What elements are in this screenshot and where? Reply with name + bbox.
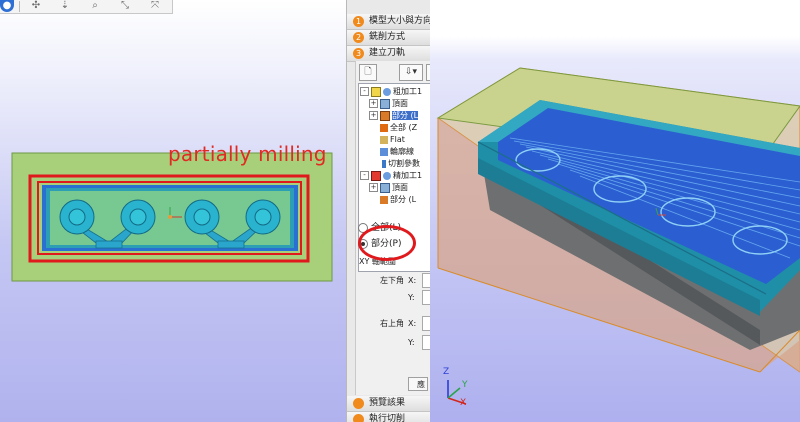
- partially-milling-annotation: partially milling: [168, 142, 327, 166]
- add-operation-icon[interactable]: ⇩▾: [399, 64, 423, 81]
- axis-x-label: X: [460, 398, 467, 408]
- top-face-icon: [380, 182, 390, 193]
- 3d-model-view: [436, 67, 800, 405]
- step-icon: [353, 414, 364, 422]
- partial-region-icon: [380, 110, 390, 121]
- step-model-size[interactable]: 1 模型大小與方向: [347, 14, 431, 30]
- expand-icon[interactable]: +: [369, 99, 378, 108]
- step-label: 建立刀軌: [369, 48, 406, 58]
- axis-z-label: Z: [443, 367, 450, 377]
- cut-params-icon: [382, 159, 386, 168]
- expand-icon[interactable]: +: [369, 183, 378, 192]
- tree-item-selected[interactable]: + 部分 (L: [369, 110, 419, 121]
- left-viewport[interactable]: ● ✣ ⇣ ⌕ ⤡ ⤧ partially milling: [0, 0, 346, 422]
- step-create-toolpath[interactable]: 3 建立刀軌: [347, 46, 431, 62]
- collapse-icon[interactable]: -: [360, 87, 369, 96]
- full-region-icon: [380, 123, 388, 132]
- tree-item[interactable]: - 粗加工1: [360, 86, 422, 97]
- y-label: Y:: [408, 338, 415, 347]
- rough-icon: [383, 87, 391, 96]
- contour-icon: [380, 147, 388, 156]
- tree-item[interactable]: + 頂面: [369, 182, 408, 193]
- step-milling-method[interactable]: 2 銑削方式: [347, 30, 431, 46]
- upper-right-label: 右上角: [380, 319, 404, 328]
- collapse-icon[interactable]: -: [360, 171, 369, 180]
- step-label: 執行切削: [369, 414, 406, 422]
- step-label: 銑削方式: [369, 32, 406, 42]
- top-view-model: [11, 152, 333, 282]
- partial-option-highlight: [358, 225, 416, 261]
- expand-icon[interactable]: +: [369, 111, 378, 120]
- tree-item[interactable]: 輪廓線: [380, 146, 414, 157]
- x-label: X:: [408, 276, 417, 285]
- step-icon: [353, 398, 364, 409]
- tree-item[interactable]: 全部 (Z: [380, 122, 417, 133]
- apply-button[interactable]: 應: [408, 377, 428, 391]
- tree-item[interactable]: Flat: [380, 134, 405, 145]
- tree-item[interactable]: + 頂面: [369, 98, 408, 109]
- new-page-icon[interactable]: 🗋: [359, 64, 377, 81]
- right-3d-viewport[interactable]: Z Y X: [430, 0, 800, 422]
- y-label: Y:: [408, 293, 415, 302]
- x-label: X:: [408, 319, 417, 328]
- step-run-cut[interactable]: 執行切削: [347, 412, 431, 422]
- step-badge: 1: [353, 16, 364, 27]
- step-label: 預覽該果: [369, 398, 406, 408]
- finish-icon: [383, 171, 391, 180]
- tree-item[interactable]: 切割參數: [380, 158, 420, 169]
- toolpath-wizard-panel: 1 模型大小與方向 2 銑削方式 3 建立刀軌 🗋 ⇩▾ - 粗加工1 + 頂面 +…: [346, 0, 431, 422]
- step-badge: 3: [353, 48, 364, 59]
- partial-region-icon: [380, 195, 388, 204]
- tree-item[interactable]: 部分 (L: [380, 194, 416, 205]
- tree-toolbar: 🗋 ⇩▾: [356, 61, 431, 83]
- tree-item[interactable]: - 精加工1: [360, 170, 422, 181]
- lower-left-label: 左下角: [380, 276, 404, 285]
- tool-flat-icon: [380, 135, 388, 144]
- axis-y-label: Y: [462, 380, 468, 390]
- step-badge: 2: [353, 32, 364, 43]
- step-preview[interactable]: 預覽該果: [347, 396, 431, 412]
- top-face-icon: [380, 98, 390, 109]
- folder-icon: [371, 86, 381, 97]
- step-label: 模型大小與方向: [369, 16, 431, 26]
- folder-icon: [371, 170, 381, 181]
